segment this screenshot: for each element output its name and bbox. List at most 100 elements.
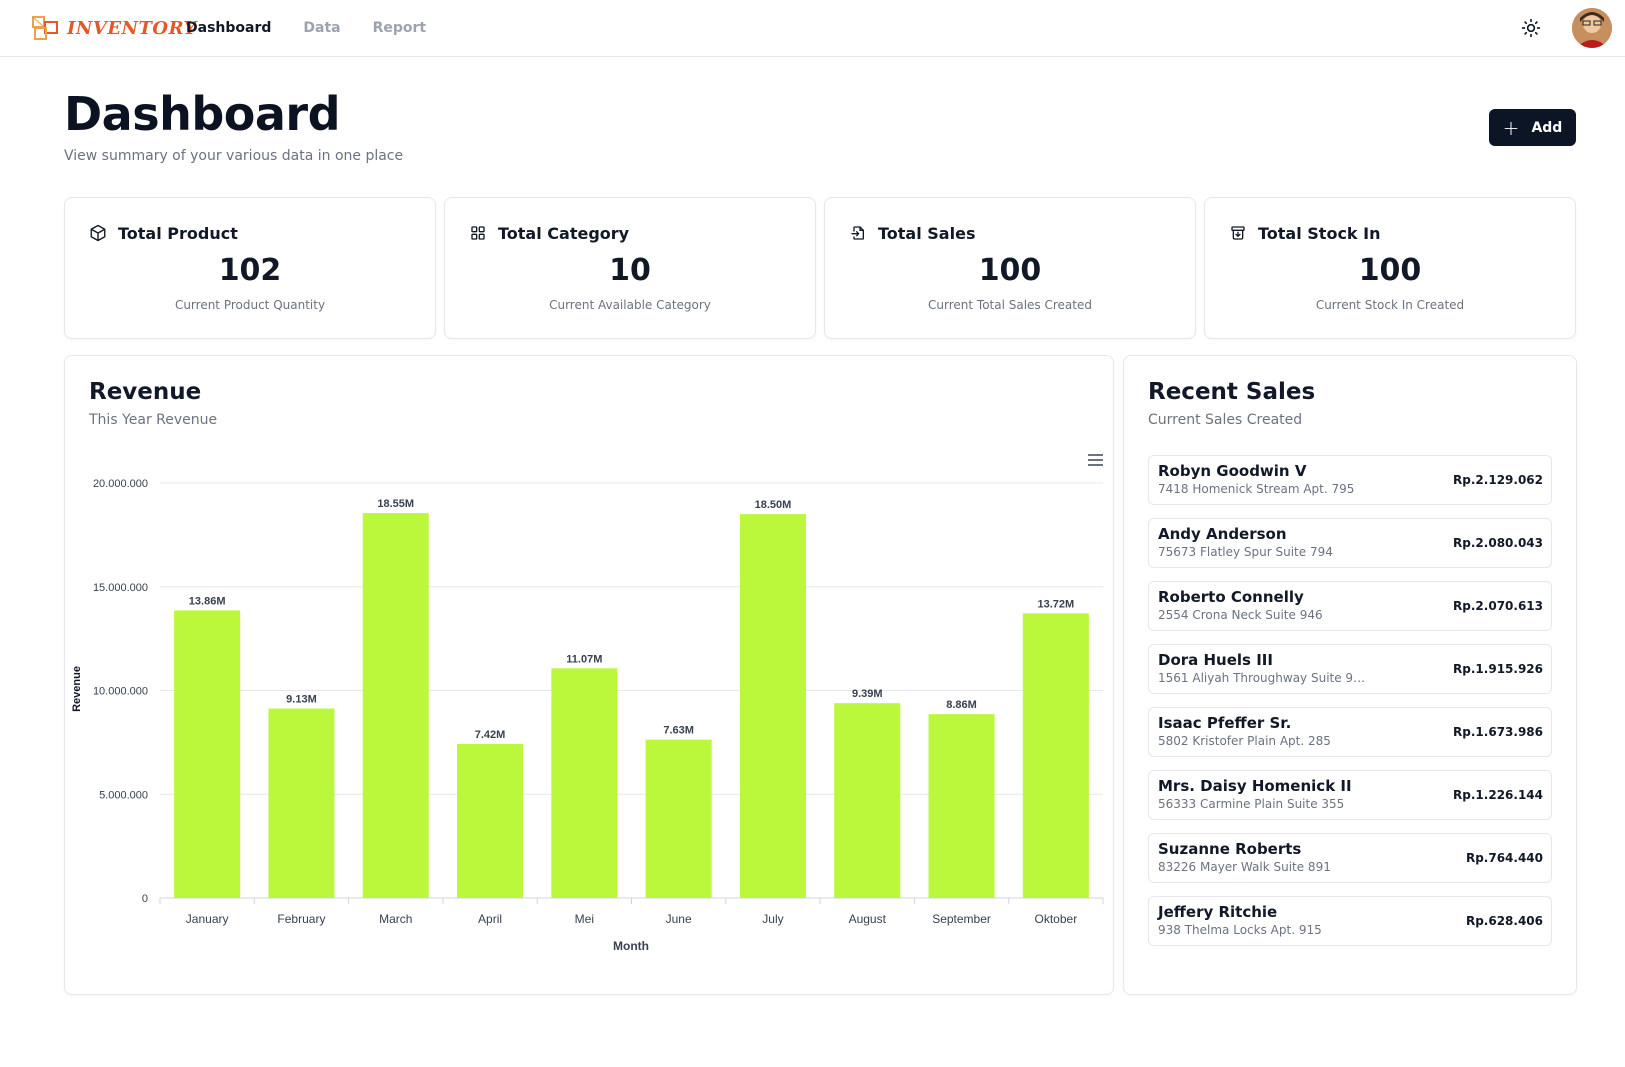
stat-title: Total Category bbox=[498, 223, 630, 243]
theme-toggle-button[interactable] bbox=[1518, 15, 1544, 41]
x-axis-title: Month bbox=[613, 939, 649, 953]
bar bbox=[928, 714, 995, 898]
customer-name: Andy Anderson bbox=[1158, 525, 1287, 543]
customer-name: Suzanne Roberts bbox=[1158, 840, 1302, 858]
chart-menu-icon[interactable] bbox=[1085, 451, 1105, 469]
bar-data-label: 11.07M bbox=[566, 653, 602, 665]
bar-data-label: 9.13M bbox=[286, 694, 317, 706]
file-import-icon bbox=[848, 223, 868, 243]
nav-dashboard[interactable]: Dashboard bbox=[186, 18, 271, 38]
y-tick-label: 0 bbox=[142, 893, 148, 905]
sale-amount: Rp.628.406 bbox=[1465, 914, 1543, 928]
sale-list-item[interactable]: Robyn Goodwin V 7418 Homenick Stream Apt… bbox=[1148, 455, 1552, 505]
customer-address: 5802 Kristofer Plain Apt. 285 bbox=[1158, 734, 1331, 748]
archive-icon bbox=[1228, 223, 1248, 243]
sale-amount: Rp.764.440 bbox=[1465, 851, 1543, 865]
sale-amount: Rp.1.915.926 bbox=[1453, 662, 1543, 676]
add-button[interactable]: + Add bbox=[1489, 109, 1576, 146]
bar-data-label: 7.63M bbox=[663, 725, 694, 737]
x-tick-label: June bbox=[666, 912, 692, 926]
customer-address: 7418 Homenick Stream Apt. 795 bbox=[1158, 482, 1355, 496]
bar-data-label: 7.42M bbox=[475, 729, 506, 741]
top-navbar: INVENTORY Dashboard Data Report bbox=[0, 0, 1625, 57]
customer-name: Roberto Connelly bbox=[1158, 588, 1304, 606]
stat-title: Total Stock In bbox=[1258, 223, 1381, 243]
nav-data[interactable]: Data bbox=[303, 18, 340, 38]
sale-list-item[interactable]: Roberto Connelly 2554 Crona Neck Suite 9… bbox=[1148, 581, 1552, 631]
bar bbox=[268, 708, 335, 898]
revenue-panel: Revenue This Year Revenue 0 5.000.000 10.0… bbox=[64, 355, 1114, 995]
y-tick-label: 10.000.000 bbox=[93, 686, 148, 698]
customer-address: 56333 Carmine Plain Suite 355 bbox=[1158, 797, 1345, 811]
sale-list-item[interactable]: Suzanne Roberts 83226 Mayer Walk Suite 8… bbox=[1148, 833, 1552, 883]
revenue-bar-chart: 0 5.000.000 10.000.000 15.000.000 20.000.000… bbox=[71, 451, 1105, 953]
bar bbox=[174, 610, 241, 898]
x-tick-label: July bbox=[762, 912, 783, 926]
x-tick-label: April bbox=[478, 912, 502, 926]
stat-description: Current Total Sales Created bbox=[928, 298, 1092, 312]
y-axis-title: Revenue bbox=[71, 666, 83, 712]
user-avatar[interactable] bbox=[1572, 8, 1612, 48]
sale-list-item[interactable]: Dora Huels III 1561 Aliyah Throughway Su… bbox=[1148, 644, 1552, 694]
bar-data-label: 8.86M bbox=[946, 699, 977, 711]
stat-value: 100 bbox=[1358, 253, 1422, 288]
bar-data-label: 9.39M bbox=[852, 688, 883, 700]
customer-name: Dora Huels III bbox=[1158, 651, 1273, 669]
sale-list-item[interactable]: Andy Anderson 75673 Flatley Spur Suite 7… bbox=[1148, 518, 1552, 568]
sale-list-item[interactable]: Mrs. Daisy Homenick II 56333 Carmine Pla… bbox=[1148, 770, 1552, 820]
main-nav: Dashboard Data Report bbox=[186, 18, 458, 38]
sale-list-item[interactable]: Jeffery Ritchie 938 Thelma Locks Apt. 91… bbox=[1148, 896, 1552, 946]
sale-amount: Rp.2.080.043 bbox=[1453, 536, 1543, 550]
bar-data-label: 18.50M bbox=[755, 499, 792, 511]
stat-description: Current Stock In Created bbox=[1315, 298, 1465, 312]
bar bbox=[834, 703, 901, 898]
customer-name: Mrs. Daisy Homenick II bbox=[1158, 777, 1352, 795]
sale-list-item[interactable]: Isaac Pfeffer Sr. 5802 Kristofer Plain A… bbox=[1148, 707, 1552, 757]
y-tick-label: 15.000.000 bbox=[93, 582, 148, 594]
nav-report[interactable]: Report bbox=[373, 18, 427, 38]
customer-address: 938 Thelma Locks Apt. 915 bbox=[1158, 923, 1322, 937]
grid-icon bbox=[468, 223, 488, 243]
stat-value: 102 bbox=[218, 253, 282, 288]
stat-card-total-product: Total Product 102 Current Product Quanti… bbox=[64, 197, 436, 339]
page-subtitle: View summary of your various data in one… bbox=[64, 148, 404, 164]
sale-amount: Rp.1.673.986 bbox=[1453, 725, 1543, 739]
stat-description: Current Product Quantity bbox=[174, 298, 326, 312]
y-tick-label: 20.000.000 bbox=[93, 478, 148, 490]
customer-name: Jeffery Ritchie bbox=[1158, 903, 1278, 921]
x-tick-label: Oktober bbox=[1035, 912, 1078, 926]
boxes-logo-icon bbox=[31, 14, 61, 42]
recent-sales-title: Recent Sales bbox=[1148, 379, 1316, 405]
sun-icon bbox=[1521, 18, 1541, 38]
stat-card-total-sales: Total Sales 100 Current Total Sales Crea… bbox=[824, 197, 1196, 339]
x-tick-label: March bbox=[379, 912, 412, 926]
sale-amount: Rp.1.226.144 bbox=[1453, 788, 1543, 802]
stat-card-total-category: Total Category 10 Current Available Cate… bbox=[444, 197, 816, 339]
customer-name: Isaac Pfeffer Sr. bbox=[1158, 714, 1292, 732]
bar bbox=[645, 739, 712, 898]
app-logo[interactable]: INVENTORY bbox=[31, 14, 197, 42]
x-tick-label: September bbox=[932, 912, 991, 926]
x-tick-label: February bbox=[277, 912, 325, 926]
bar-data-label: 18.55M bbox=[377, 498, 414, 510]
sale-amount: Rp.2.070.613 bbox=[1453, 599, 1543, 613]
x-tick-label: Mei bbox=[575, 912, 594, 926]
customer-address: 75673 Flatley Spur Suite 794 bbox=[1158, 545, 1333, 559]
box-icon bbox=[88, 223, 108, 243]
recent-sales-panel: Recent Sales Current Sales Created Robyn… bbox=[1123, 355, 1577, 995]
stat-description: Current Available Category bbox=[549, 298, 711, 312]
recent-sales-list: Robyn Goodwin V 7418 Homenick Stream Apt… bbox=[1148, 455, 1552, 959]
stat-value: 100 bbox=[978, 253, 1042, 288]
page-title: Dashboard bbox=[64, 87, 341, 141]
bar bbox=[362, 513, 429, 898]
bar-data-label: 13.86M bbox=[189, 595, 226, 607]
add-button-label: Add bbox=[1531, 119, 1563, 136]
bar bbox=[1022, 613, 1089, 898]
bar-data-label: 13.72M bbox=[1037, 598, 1074, 610]
recent-sales-subtitle: Current Sales Created bbox=[1148, 412, 1303, 428]
stat-title: Total Product bbox=[118, 223, 238, 243]
stat-title: Total Sales bbox=[878, 223, 976, 243]
app-logo-text: INVENTORY bbox=[67, 17, 197, 39]
x-tick-label: August bbox=[849, 912, 887, 926]
bar bbox=[551, 668, 618, 898]
